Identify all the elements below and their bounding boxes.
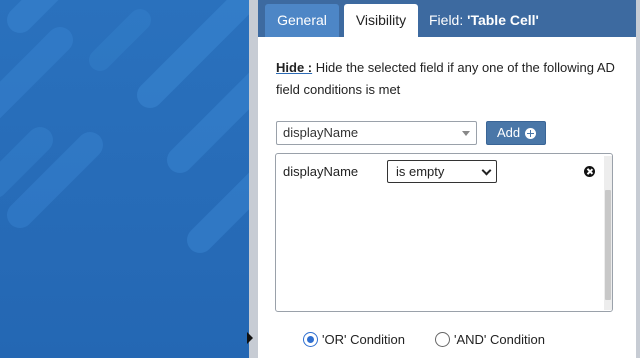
remove-condition-icon[interactable]: [584, 166, 595, 177]
tab-general[interactable]: General: [265, 4, 339, 37]
condition-operator-value: is empty: [396, 164, 445, 179]
and-condition-radio[interactable]: [435, 332, 450, 347]
attribute-select-value: displayName: [283, 125, 359, 140]
or-condition-label: 'OR' Condition: [322, 332, 406, 347]
diagonal-stripes-decoration: [0, 0, 249, 253]
add-button-label: Add: [497, 125, 521, 140]
or-condition-option[interactable]: 'OR' Condition: [303, 331, 423, 349]
field-title-prefix: Field:: [429, 12, 468, 28]
tab-visibility[interactable]: Visibility: [344, 4, 418, 37]
chevron-down-icon: [481, 165, 492, 176]
rule-description-text: Hide the selected field if any one of th…: [276, 60, 615, 97]
and-condition-label: 'AND' Condition: [454, 332, 545, 347]
conditions-list: displayName is empty: [275, 153, 613, 312]
plus-circle-icon: [525, 128, 536, 139]
decorative-background: [0, 0, 249, 358]
and-condition-option[interactable]: 'AND' Condition: [435, 331, 565, 349]
tab-bar: General Visibility Field: 'Table Cell': [258, 0, 640, 37]
collapse-arrow-icon[interactable]: [247, 332, 253, 344]
condition-field: displayName: [283, 164, 359, 179]
condition-operator-select[interactable]: is empty: [387, 160, 497, 183]
rule-description: Hide : Hide the selected field if any on…: [276, 57, 626, 101]
add-button[interactable]: Add: [486, 121, 546, 145]
field-title-name: 'Table Cell': [467, 12, 539, 28]
caret-down-icon: [462, 131, 470, 136]
attribute-select[interactable]: displayName: [276, 121, 477, 145]
panel-divider: [249, 0, 258, 358]
field-title: Field: 'Table Cell': [429, 4, 539, 37]
window-edge: [636, 0, 640, 358]
properties-panel: General Visibility Field: 'Table Cell' H…: [258, 0, 640, 358]
visibility-content: Hide : Hide the selected field if any on…: [258, 37, 640, 358]
scrollbar-thumb[interactable]: [605, 190, 611, 300]
or-condition-radio[interactable]: [303, 332, 318, 347]
hide-label: Hide :: [276, 60, 313, 75]
